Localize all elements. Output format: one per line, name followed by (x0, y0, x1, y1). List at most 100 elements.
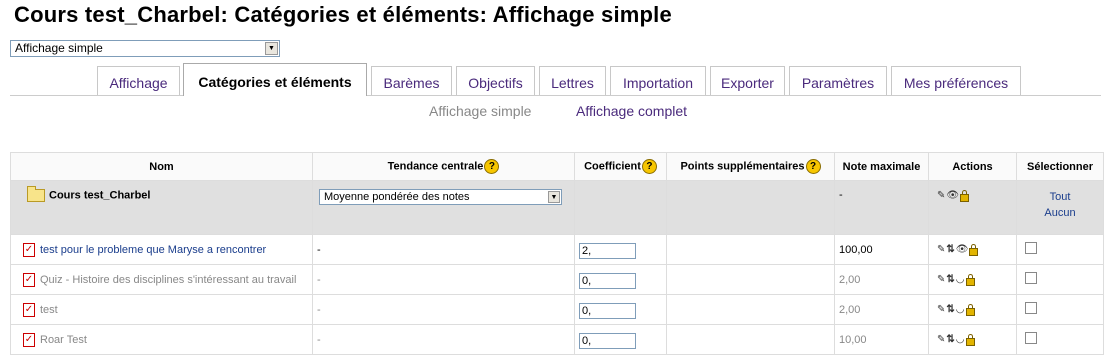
tab-parametres[interactable]: Paramètres (789, 66, 887, 95)
select-checkbox[interactable] (1025, 302, 1037, 314)
item-max-cell: 10,00 (834, 324, 929, 355)
item-central-cell: - (312, 234, 575, 265)
tab-exporter[interactable]: Exporter (710, 66, 785, 95)
item-name-link[interactable]: Roar Test (40, 333, 87, 345)
category-aggregation-cell: Moyenne pondérée des notes ▼ (312, 180, 575, 235)
tab-divider (10, 95, 1101, 96)
col-header-coefficient: Coefficient? (574, 152, 667, 181)
move-icon[interactable]: ⇅ (946, 335, 954, 345)
help-icon[interactable]: ? (641, 159, 657, 174)
col-header-tendance: Tendance centrale? (312, 152, 575, 181)
item-extra-cell (666, 294, 835, 325)
help-icon[interactable]: ? (484, 159, 500, 174)
table-row: ✓ Roar Test - 0, 10,00 ✎ ⇅ ◡ (10, 324, 1104, 355)
category-coef-cell (574, 180, 667, 235)
lock-icon[interactable] (965, 303, 975, 316)
select-none-link[interactable]: Aucun (1021, 205, 1099, 221)
move-icon[interactable]: ⇅ (946, 275, 954, 285)
category-name: Cours test_Charbel (49, 189, 151, 202)
tab-lettres[interactable]: Lettres (539, 66, 606, 95)
item-actions-cell: ✎ ⇅ 👁 (928, 234, 1017, 265)
help-icon[interactable]: ? (805, 159, 821, 174)
col-header-points-supp-label: Points supplémentaires (680, 160, 805, 173)
chevron-down-icon: ▼ (265, 42, 278, 55)
eye-closed-icon[interactable]: ◡ (956, 305, 965, 315)
edit-icon[interactable]: ✎ (937, 275, 945, 285)
coefficient-input[interactable]: 0, (579, 332, 636, 349)
item-coef-cell: 0, (574, 294, 667, 325)
aggregation-select[interactable]: Moyenne pondérée des notes ▼ (319, 189, 562, 205)
category-row: Cours test_Charbel Moyenne pondérée des … (10, 180, 1104, 235)
item-select-cell (1016, 234, 1104, 265)
item-name-cell: ✓ test pour le probleme que Maryse a renc… (10, 234, 313, 265)
lock-icon[interactable] (965, 273, 975, 286)
page-title: Cours test_Charbel: Catégories et élémen… (14, 2, 672, 27)
item-central-cell: - (312, 294, 575, 325)
eye-closed-icon[interactable]: ◡ (956, 335, 965, 345)
tab-objectifs[interactable]: Objectifs (456, 66, 535, 95)
quiz-item-icon: ✓ (23, 332, 35, 347)
item-name-link[interactable]: test (40, 303, 58, 315)
item-actions-cell: ✎ ⇅ ◡ (928, 324, 1017, 355)
item-central-cell: - (312, 264, 575, 295)
item-max-cell: 100,00 (834, 234, 929, 265)
edit-icon[interactable]: ✎ (937, 191, 945, 201)
coefficient-input[interactable]: 0, (579, 272, 636, 289)
item-name-link[interactable]: test pour le probleme que Maryse a renco… (40, 243, 266, 255)
item-name-link[interactable]: Quiz - Histoire des disciplines s'intére… (40, 273, 296, 285)
table-header-row: Nom Tendance centrale? Coefficient? Poin… (10, 152, 1104, 181)
eye-icon[interactable]: 👁 (956, 245, 969, 255)
aggregation-select-value: Moyenne pondérée des notes (324, 191, 470, 203)
tab-importation[interactable]: Importation (610, 66, 706, 95)
item-select-cell (1016, 324, 1104, 355)
item-coef-cell: 0, (574, 324, 667, 355)
item-actions-cell: ✎ ⇅ ◡ (928, 264, 1017, 295)
lock-icon[interactable] (960, 189, 970, 202)
quiz-item-icon: ✓ (23, 272, 35, 287)
eye-closed-icon[interactable]: ◡ (956, 275, 965, 285)
move-icon[interactable]: ⇅ (946, 305, 954, 315)
tab-affichage[interactable]: Affichage (97, 66, 180, 95)
move-icon[interactable]: ⇅ (946, 245, 954, 255)
item-name-cell: ✓ test (10, 294, 313, 325)
view-select[interactable]: Affichage simple ▼ (10, 40, 280, 57)
select-checkbox[interactable] (1025, 242, 1037, 254)
item-max-cell: 2,00 (834, 264, 929, 295)
subnav-affichage-complet[interactable]: Affichage complet (576, 103, 687, 119)
view-select-value: Affichage simple (15, 41, 103, 55)
col-header-coefficient-label: Coefficient (584, 160, 641, 173)
item-name-cell: ✓ Roar Test (10, 324, 313, 355)
col-header-nom[interactable]: Nom (10, 152, 313, 181)
coefficient-input[interactable]: 0, (579, 302, 636, 319)
category-name-cell: Cours test_Charbel (10, 180, 313, 235)
item-extra-cell (666, 234, 835, 265)
category-max-cell: - (834, 180, 929, 235)
item-max-cell: 2,00 (834, 294, 929, 325)
category-select-cell: Tout Aucun (1016, 180, 1104, 235)
item-extra-cell (666, 264, 835, 295)
tab-categories-elements[interactable]: Catégories et éléments (183, 63, 367, 96)
quiz-item-icon: ✓ (23, 302, 35, 317)
select-checkbox[interactable] (1025, 332, 1037, 344)
grade-items-table: Nom Tendance centrale? Coefficient? Poin… (10, 152, 1104, 355)
coefficient-input[interactable]: 2, (579, 242, 636, 259)
edit-icon[interactable]: ✎ (937, 305, 945, 315)
edit-icon[interactable]: ✎ (937, 335, 945, 345)
category-actions-cell: ✎ 👁 (928, 180, 1017, 235)
item-name-cell: ✓ Quiz - Histoire des disciplines s'intér… (10, 264, 313, 295)
lock-icon[interactable] (969, 243, 979, 256)
item-extra-cell (666, 324, 835, 355)
col-header-note-max: Note maximale (834, 152, 929, 181)
select-all-link[interactable]: Tout (1021, 189, 1099, 205)
tab-baremes[interactable]: Barèmes (371, 66, 452, 95)
edit-icon[interactable]: ✎ (937, 245, 945, 255)
eye-icon[interactable]: 👁 (946, 191, 959, 201)
subnav-affichage-simple: Affichage simple (429, 103, 532, 119)
tab-mes-preferences[interactable]: Mes préférences (891, 66, 1021, 95)
col-header-points-supp: Points supplémentaires? (666, 152, 835, 181)
quiz-item-icon: ✓ (23, 242, 35, 257)
col-header-nom-label: Nom (149, 160, 174, 173)
tab-bar: Affichage Catégories et éléments Barèmes… (0, 63, 1111, 96)
select-checkbox[interactable] (1025, 272, 1037, 284)
table-row: ✓ Quiz - Histoire des disciplines s'intér… (10, 264, 1104, 295)
